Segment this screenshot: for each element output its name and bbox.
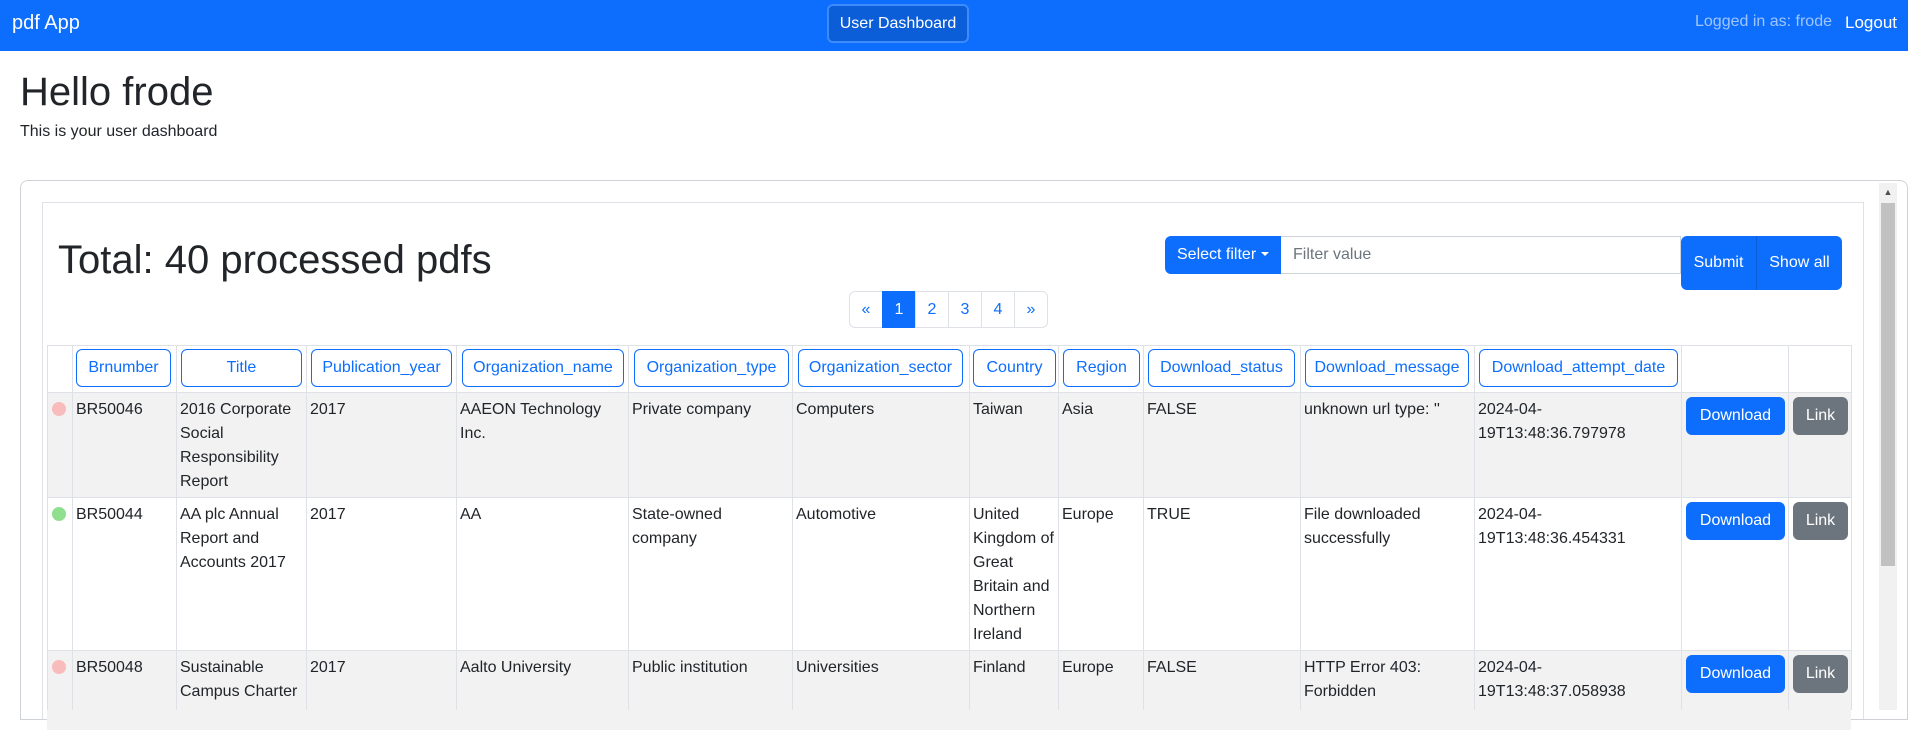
column-divider bbox=[1300, 345, 1301, 710]
cell-year: 2017 bbox=[310, 506, 346, 523]
cell-date: 2024-04-19T13:48:36.454331 bbox=[1478, 506, 1626, 547]
link-button[interactable]: Link bbox=[1793, 655, 1848, 693]
cell-org_sector: Universities bbox=[796, 659, 879, 676]
brand-link[interactable]: pdf App bbox=[12, 12, 80, 35]
status-dot bbox=[52, 507, 66, 521]
pagination: «1 2 3 4» bbox=[849, 291, 1048, 328]
cell-org_type: Public institution bbox=[632, 659, 748, 676]
cell-region: Europe bbox=[1062, 659, 1114, 676]
cell-org_sector: Computers bbox=[796, 401, 875, 418]
cell-org_type: State-owned company bbox=[632, 506, 722, 547]
scroll-up-arrow-icon[interactable]: ▲ bbox=[1879, 183, 1897, 201]
logged-in-text: Logged in as: frode bbox=[1695, 13, 1832, 30]
select-filter-dropdown[interactable]: Select filter bbox=[1165, 236, 1281, 274]
select-filter-label: Select filter bbox=[1177, 246, 1257, 263]
link-button[interactable]: Link bbox=[1793, 502, 1848, 540]
download-button[interactable]: Download bbox=[1686, 502, 1785, 540]
column-divider bbox=[792, 345, 793, 710]
column-header-organization_sector[interactable]: Organization_sector bbox=[798, 349, 963, 387]
page-link[interactable]: 1 bbox=[882, 291, 916, 328]
cell-title: 2016 Corporate Social Responsibility Rep… bbox=[180, 401, 292, 490]
cell-year: 2017 bbox=[310, 401, 346, 418]
column-header-title[interactable]: Title bbox=[181, 349, 302, 387]
cell-message: HTTP Error 403: Forbidden bbox=[1304, 659, 1422, 700]
column-divider bbox=[456, 345, 457, 710]
caret-down-icon bbox=[1261, 252, 1270, 256]
page-link[interactable]: 2 bbox=[915, 291, 949, 328]
row-divider bbox=[47, 497, 1851, 498]
page-next[interactable]: » bbox=[1014, 291, 1048, 328]
column-divider bbox=[1474, 345, 1475, 710]
cell-date: 2024-04-19T13:48:36.797978 bbox=[1478, 401, 1626, 442]
cell-region: Asia bbox=[1062, 401, 1094, 418]
cell-brnumber: BR50046 bbox=[76, 401, 143, 418]
column-header-region[interactable]: Region bbox=[1063, 349, 1140, 387]
cell-org_name: AAEON Technology Inc. bbox=[460, 401, 602, 442]
column-header-download_attempt_date[interactable]: Download_attempt_date bbox=[1479, 349, 1678, 387]
column-header-country[interactable]: Country bbox=[973, 349, 1056, 387]
scrollbar[interactable]: ▲ bbox=[1879, 183, 1897, 710]
show-all-button[interactable]: Show all bbox=[1756, 236, 1842, 290]
column-divider bbox=[47, 345, 48, 710]
cell-title: Sustainable Campus Charter bbox=[180, 659, 298, 700]
column-divider bbox=[1681, 345, 1682, 710]
cell-message: unknown url type: '' bbox=[1304, 401, 1440, 418]
cell-org_name: AA bbox=[460, 506, 482, 523]
cell-status: FALSE bbox=[1147, 401, 1197, 418]
row-divider bbox=[47, 650, 1851, 651]
status-dot bbox=[52, 660, 66, 674]
page-prev[interactable]: « bbox=[849, 291, 883, 328]
total-count: Total: 40 processed pdfs bbox=[58, 238, 492, 282]
column-divider bbox=[1143, 345, 1144, 710]
cell-status: FALSE bbox=[1147, 659, 1197, 676]
column-header-publication_year[interactable]: Publication_year bbox=[311, 349, 452, 387]
cell-country: United Kingdom of Great Britain and Nort… bbox=[973, 506, 1054, 643]
cell-org_sector: Automotive bbox=[796, 506, 877, 523]
cell-country: Taiwan bbox=[973, 401, 1023, 418]
column-divider bbox=[1058, 345, 1059, 710]
page-link[interactable]: 3 bbox=[948, 291, 982, 328]
cell-brnumber: BR50044 bbox=[76, 506, 143, 523]
column-divider bbox=[72, 345, 73, 710]
logout-link[interactable]: Logout bbox=[1845, 13, 1897, 33]
cell-title: AA plc Annual Report and Accounts 2017 bbox=[180, 506, 286, 571]
submit-button[interactable]: Submit bbox=[1681, 236, 1756, 290]
column-header-download_message[interactable]: Download_message bbox=[1305, 349, 1469, 387]
cell-message: File downloaded successfully bbox=[1304, 506, 1421, 547]
column-header-organization_type[interactable]: Organization_type bbox=[634, 349, 789, 387]
cell-brnumber: BR50048 bbox=[76, 659, 143, 676]
page-title: Hello frode bbox=[20, 70, 214, 114]
column-divider bbox=[969, 345, 970, 710]
filter-value-input[interactable]: Filter value bbox=[1281, 236, 1681, 274]
cell-date: 2024-04-19T13:48:37.058938 bbox=[1478, 659, 1626, 700]
user-dashboard-button[interactable]: User Dashboard bbox=[827, 4, 969, 43]
download-button[interactable]: Download bbox=[1686, 655, 1785, 693]
cell-region: Europe bbox=[1062, 506, 1114, 523]
cell-year: 2017 bbox=[310, 659, 346, 676]
column-divider bbox=[628, 345, 629, 710]
column-header-organization_name[interactable]: Organization_name bbox=[462, 349, 624, 387]
status-dot bbox=[52, 402, 66, 416]
column-header-brnumber[interactable]: Brnumber bbox=[76, 349, 171, 387]
cell-status: TRUE bbox=[1147, 506, 1191, 523]
link-button[interactable]: Link bbox=[1793, 397, 1848, 435]
cell-org_name: Aalto University bbox=[460, 659, 572, 676]
page-link[interactable]: 4 bbox=[981, 291, 1015, 328]
row-divider bbox=[47, 392, 1851, 393]
download-button[interactable]: Download bbox=[1686, 397, 1785, 435]
column-divider bbox=[176, 345, 177, 710]
scroll-thumb[interactable] bbox=[1881, 203, 1895, 566]
column-divider bbox=[306, 345, 307, 710]
cell-country: Finland bbox=[973, 659, 1026, 676]
cell-org_type: Private company bbox=[632, 401, 752, 418]
row-divider bbox=[47, 345, 1851, 346]
column-divider bbox=[1851, 345, 1852, 710]
column-divider bbox=[1788, 345, 1789, 710]
page-subtitle: This is your user dashboard bbox=[20, 123, 218, 140]
column-header-download_status[interactable]: Download_status bbox=[1148, 349, 1295, 387]
navbar: pdf App User Dashboard Logged in as: fro… bbox=[0, 0, 1908, 51]
